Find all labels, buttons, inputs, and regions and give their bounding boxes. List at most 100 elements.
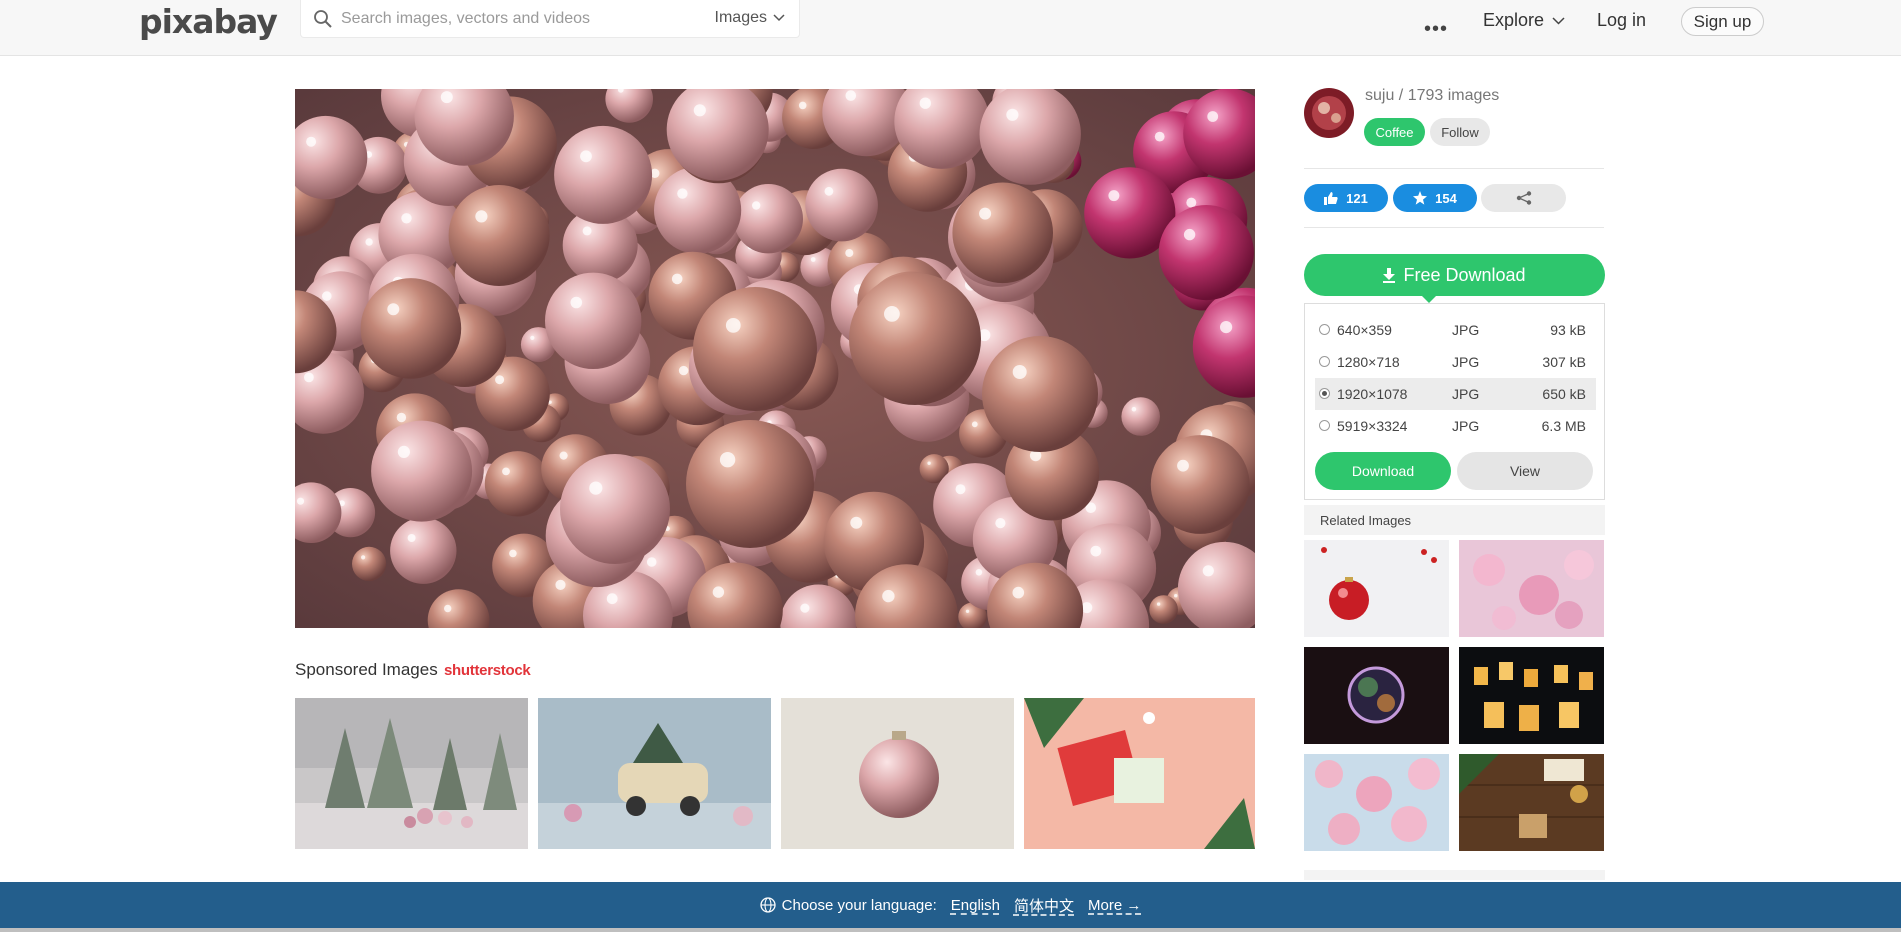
sponsored-thumb-gifts[interactable] <box>1024 698 1257 849</box>
sponsored-thumb-pink-bauble[interactable] <box>781 698 1014 849</box>
like-count: 121 <box>1346 190 1368 206</box>
bauble <box>1121 397 1160 436</box>
free-download-label: Free Download <box>1403 264 1526 285</box>
related-thumb-lanterns[interactable] <box>1459 647 1604 744</box>
option-resolution: 1920×1078 <box>1337 386 1408 402</box>
sponsored-thumb-toy-car[interactable] <box>538 698 771 849</box>
bauble <box>686 420 814 548</box>
search-icon[interactable] <box>313 9 333 29</box>
bauble-highlight <box>1202 565 1214 577</box>
download-button[interactable]: Download <box>1315 452 1451 490</box>
bauble-highlight <box>975 569 983 576</box>
free-download-button[interactable]: Free Download <box>1304 254 1605 296</box>
bauble-highlight <box>509 549 517 558</box>
bauble-highlight <box>407 534 416 542</box>
option-resolution: 1280×718 <box>1337 354 1400 370</box>
divider <box>1304 168 1604 169</box>
option-resolution: 640×359 <box>1337 322 1392 338</box>
bauble <box>352 546 387 581</box>
bauble-highlight <box>1090 545 1102 557</box>
bauble-highlight <box>971 421 978 428</box>
user-avatar[interactable] <box>1304 88 1354 138</box>
follow-button[interactable]: Follow <box>1430 118 1490 146</box>
bauble-highlight <box>712 586 725 598</box>
christmas-baubles-photo <box>295 89 1255 628</box>
bauble-highlight <box>845 249 854 257</box>
view-button[interactable]: View <box>1457 452 1593 490</box>
bauble-highlight <box>979 207 992 220</box>
bauble-highlight <box>570 296 583 309</box>
bauble-highlight <box>502 467 510 476</box>
username-image-count[interactable]: suju / 1793 images <box>1365 87 1499 105</box>
chevron-down-icon <box>1552 16 1565 25</box>
bauble <box>360 278 462 379</box>
footer-edge <box>0 928 1901 932</box>
login-link[interactable]: Log in <box>1597 10 1646 31</box>
related-thumb-wood-gifts[interactable] <box>1459 754 1604 851</box>
bauble-highlight <box>580 150 592 163</box>
size-option-640[interactable]: 640×359 JPG 93 kB <box>1315 314 1596 346</box>
bauble-highlight <box>440 91 453 104</box>
coffee-button[interactable]: Coffee <box>1364 118 1425 146</box>
bauble-highlight <box>1108 190 1120 202</box>
bauble-highlight <box>646 557 657 567</box>
bauble-highlight <box>884 306 900 322</box>
bauble-highlight <box>882 589 895 603</box>
bauble-highlight <box>1186 197 1197 208</box>
favorite-count: 154 <box>1435 190 1457 206</box>
bauble <box>693 287 817 411</box>
main-photo[interactable] <box>295 89 1255 628</box>
bauble <box>805 168 878 242</box>
bauble-highlight <box>322 291 332 301</box>
search-input[interactable] <box>341 6 671 32</box>
bauble <box>952 182 1053 284</box>
bauble-highlight <box>495 375 505 385</box>
more-menu-dots-icon[interactable]: ••• <box>1424 18 1448 41</box>
size-radio-selected[interactable] <box>1319 388 1330 399</box>
bauble-highlight <box>719 452 736 468</box>
bauble-highlight <box>678 365 689 376</box>
size-option-5919[interactable]: 5919×3324 JPG 6.3 MB <box>1315 410 1596 442</box>
related-thumb-red-bauble[interactable] <box>1304 540 1449 637</box>
bauble-highlight <box>677 188 688 199</box>
bauble-highlight <box>965 609 970 613</box>
related-more-strip <box>1304 870 1605 880</box>
pixabay-logo[interactable]: pixabay <box>139 2 278 41</box>
bauble <box>1150 435 1250 534</box>
size-radio[interactable] <box>1319 356 1330 367</box>
bauble-highlight <box>824 186 834 196</box>
language-chinese-link[interactable]: 简体中文 <box>1014 895 1074 916</box>
option-format: JPG <box>1452 386 1480 402</box>
related-thumb-soap-bubble[interactable] <box>1304 647 1449 744</box>
share-button[interactable] <box>1481 184 1566 212</box>
bauble-highlight <box>810 257 816 262</box>
bauble-highlight <box>589 481 603 495</box>
size-option-1280[interactable]: 1280×718 JPG 307 kB <box>1315 346 1596 378</box>
language-english-link[interactable]: English <box>951 897 1000 914</box>
bauble-highlight <box>1174 594 1178 598</box>
related-thumb-pink-blossom[interactable] <box>1459 540 1604 637</box>
explore-label: Explore <box>1483 10 1545 30</box>
bauble-highlight <box>800 603 810 613</box>
option-filesize: 307 kB <box>1542 354 1586 370</box>
size-option-1920[interactable]: 1920×1078 JPG 650 kB <box>1315 378 1596 410</box>
bauble-highlight <box>396 412 407 423</box>
shutterstock-logo[interactable]: shutterstock <box>444 662 531 679</box>
size-radio[interactable] <box>1319 324 1330 335</box>
dropdown-caret <box>1420 294 1438 303</box>
bauble-highlight <box>387 303 400 316</box>
search-type-dropdown[interactable]: Images <box>715 9 785 27</box>
related-thumb-cherry-blossom[interactable] <box>1304 754 1449 851</box>
bauble <box>484 451 551 517</box>
like-button[interactable]: 121 <box>1304 184 1388 212</box>
favorite-button[interactable]: 154 <box>1393 184 1477 212</box>
sponsored-thumb-trees[interactable] <box>295 698 528 849</box>
size-radio[interactable] <box>1319 420 1330 431</box>
globe-icon <box>760 897 776 913</box>
bauble-highlight <box>850 516 863 529</box>
explore-menu[interactable]: Explore <box>1483 10 1565 31</box>
bauble-highlight <box>304 372 314 383</box>
more-languages-link[interactable]: More → <box>1088 897 1141 914</box>
bauble-highlight <box>1220 321 1233 334</box>
signup-button[interactable]: Sign up <box>1681 7 1764 36</box>
